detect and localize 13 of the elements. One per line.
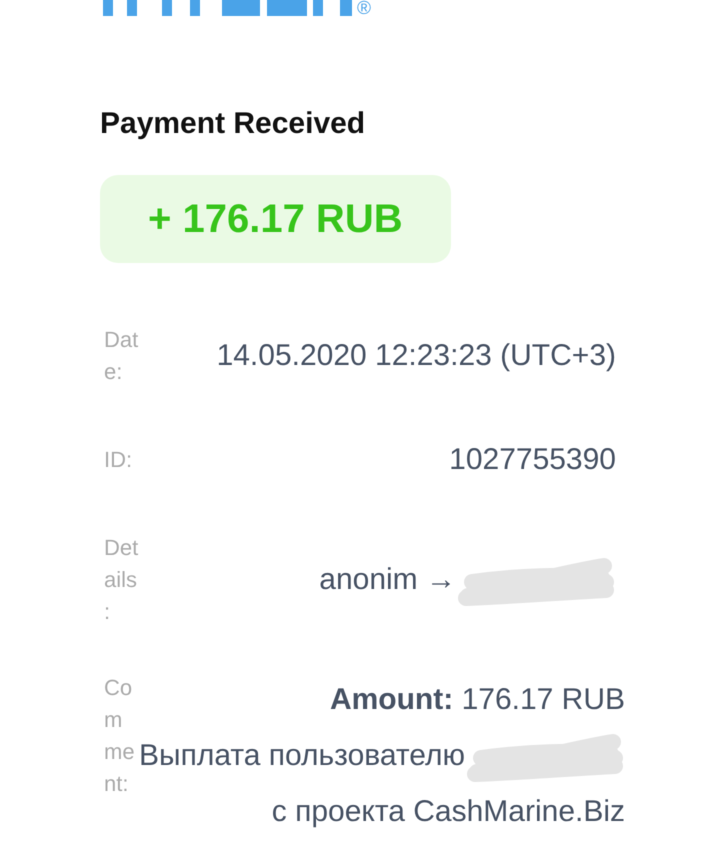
- field-value: 1027755390: [449, 443, 616, 476]
- field-label: Comment:: [104, 674, 136, 798]
- field-label: Details:: [104, 534, 139, 626]
- field-value: с проекта CashMarine.Biz: [272, 795, 626, 828]
- field-label: Date:: [104, 326, 139, 386]
- field-value: Amount: 176.17 RUB: [330, 683, 626, 716]
- registered-mark: ®: [357, 0, 371, 17]
- field-value: anonim →: [319, 562, 456, 596]
- field-label: ID:: [104, 446, 134, 474]
- received-amount: + 176.17 RUB: [100, 175, 451, 263]
- field-value: 14.05.2020 12:23:23 (UTC+3): [216, 339, 616, 372]
- field-value: Выплата пользователю: [139, 739, 466, 772]
- page-title: Payment Received: [100, 106, 366, 142]
